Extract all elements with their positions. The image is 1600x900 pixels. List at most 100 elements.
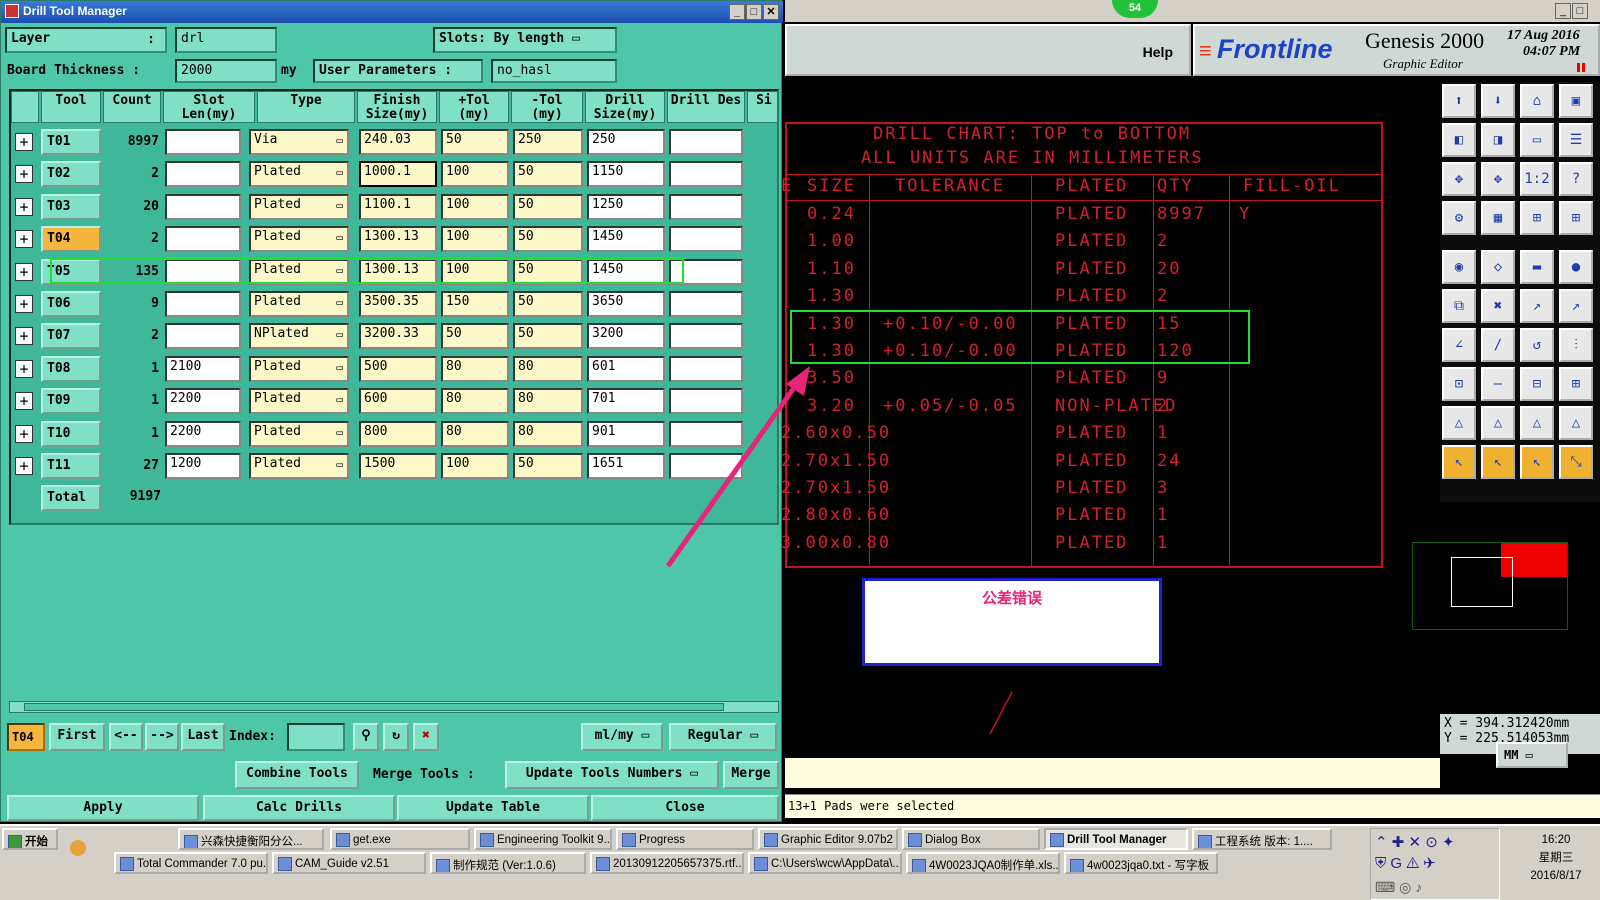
minus-tol-input[interactable]: 50 xyxy=(513,453,583,479)
minus-tol-input[interactable]: 50 xyxy=(513,291,583,317)
toolbar-tool-icon[interactable]: ◨ xyxy=(1481,123,1515,157)
minimize-icon[interactable]: _ xyxy=(729,4,745,20)
toolbar-tool-icon[interactable]: — xyxy=(1481,367,1515,401)
minus-tol-input[interactable]: 50 xyxy=(513,161,583,188)
tool-id-cell[interactable]: T03 xyxy=(41,193,101,220)
minus-tol-input[interactable]: 80 xyxy=(513,420,583,447)
tool-id-cell[interactable]: T02 xyxy=(41,161,101,188)
toolbar-tool-icon[interactable]: ↖ xyxy=(1481,445,1515,479)
tool-id-cell[interactable]: T08 xyxy=(41,355,101,382)
graphic-editor-titlebar[interactable]: _ □ xyxy=(785,0,1600,22)
toolbar-tool-icon[interactable]: ⊡ xyxy=(1442,367,1476,401)
taskbar-item[interactable]: 4W0023JQA0制作单.xls... xyxy=(906,852,1060,874)
column-header[interactable]: Slot Len(my) xyxy=(163,91,255,123)
type-dropdown[interactable]: Plated ▭ xyxy=(249,388,349,415)
expand-icon[interactable]: + xyxy=(15,392,33,411)
finish-size-input[interactable]: 3200.33 xyxy=(359,323,437,350)
drill-size-input[interactable]: 3650 xyxy=(587,291,665,317)
type-dropdown[interactable]: Via ▭ xyxy=(249,129,349,155)
toolbar-tool-icon[interactable]: ⊟ xyxy=(1520,367,1554,401)
combine-tools-button[interactable]: Combine Tools xyxy=(235,761,359,789)
minus-tol-input[interactable]: 250 xyxy=(513,129,583,155)
column-header[interactable]: +Tol (my) xyxy=(439,91,509,123)
toolbar-tool-icon[interactable]: ↖ xyxy=(1442,445,1476,479)
tool-id-cell[interactable]: T11 xyxy=(41,453,101,479)
mode-selector[interactable]: Regular ▭ xyxy=(669,723,777,751)
slot-length-input[interactable] xyxy=(165,226,241,253)
taskbar-item[interactable]: Dialog Box xyxy=(902,828,1040,850)
start-button[interactable]: 开始 xyxy=(2,828,58,850)
slot-length-input[interactable] xyxy=(165,161,241,188)
taskbar-item[interactable]: Engineering Toolkit 9.... xyxy=(474,828,612,850)
minus-tol-input[interactable]: 50 xyxy=(513,193,583,220)
close-button[interactable]: Close xyxy=(591,795,779,821)
plus-tol-input[interactable]: 80 xyxy=(441,388,509,415)
help-button[interactable]: Help xyxy=(1143,44,1173,60)
toolbar-tool-icon[interactable]: ● xyxy=(1559,250,1593,284)
pause-icon[interactable] xyxy=(1577,63,1585,72)
column-header[interactable]: Count xyxy=(103,91,161,123)
drill-size-input[interactable]: 701 xyxy=(587,388,665,415)
slots-selector[interactable]: Slots: By length ▭ xyxy=(433,27,617,53)
plus-tol-input[interactable]: 50 xyxy=(441,323,509,350)
drill-size-input[interactable]: 1651 xyxy=(587,453,665,479)
plus-tol-input[interactable]: 100 xyxy=(441,226,509,253)
tool-id-cell[interactable]: T01 xyxy=(41,129,101,155)
drill-size-input[interactable]: 901 xyxy=(587,420,665,447)
plus-tol-input[interactable]: 80 xyxy=(441,355,509,382)
toolbar-tool-icon[interactable]: ▦ xyxy=(1481,201,1515,235)
expand-icon[interactable]: + xyxy=(15,165,33,184)
expand-icon[interactable]: + xyxy=(15,262,33,281)
ge-maximize-icon[interactable]: □ xyxy=(1572,3,1588,19)
type-dropdown[interactable]: Plated ▭ xyxy=(249,453,349,479)
expand-icon[interactable]: + xyxy=(15,197,33,216)
taskbar-item[interactable]: 工程系统 版本: 1.... xyxy=(1192,828,1332,850)
type-dropdown[interactable]: Plated ▭ xyxy=(249,161,349,188)
column-header[interactable]: Type xyxy=(257,91,355,123)
toolbar-tool-icon[interactable]: ✥ xyxy=(1442,162,1476,196)
minimap[interactable] xyxy=(1412,542,1568,630)
drill-des-input[interactable] xyxy=(669,193,743,220)
update-tools-numbers-selector[interactable]: Update Tools Numbers ▭ xyxy=(505,761,719,789)
taskbar-item[interactable]: Drill Tool Manager xyxy=(1044,828,1188,850)
scrollbar-thumb[interactable] xyxy=(24,703,724,711)
tool-id-cell[interactable]: T09 xyxy=(41,388,101,415)
taskbar-item[interactable]: 制作规范 (Ver:1.0.6) xyxy=(430,852,586,874)
slot-length-input[interactable]: 2200 xyxy=(165,420,241,447)
taskbar-item[interactable]: 兴森快捷衡阳分公... xyxy=(178,828,324,850)
toolbar-tool-icon[interactable]: ↖ xyxy=(1520,445,1554,479)
tray-icons-3[interactable]: ⌨ ◎ ♪ xyxy=(1375,879,1422,896)
toolbar-tool-icon[interactable]: ↗ xyxy=(1520,289,1554,323)
toolbar-tool-icon[interactable]: ⬆ xyxy=(1442,84,1476,118)
type-dropdown[interactable]: Plated ▭ xyxy=(249,355,349,382)
toolbar-tool-icon[interactable]: ⤡ xyxy=(1559,445,1593,479)
column-header[interactable]: Drill Size(my) xyxy=(585,91,665,123)
finish-size-input[interactable]: 600 xyxy=(359,388,437,415)
user-params-input[interactable]: no_hasl xyxy=(491,59,617,83)
taskbar-item[interactable]: C:\Users\wcw\AppData\... xyxy=(748,852,902,874)
horizontal-scrollbar[interactable] xyxy=(9,701,779,713)
minus-tol-input[interactable]: 80 xyxy=(513,355,583,382)
toolbar-tool-icon[interactable]: ⬇ xyxy=(1481,84,1515,118)
taskbar-item[interactable]: Graphic Editor 9.07b2 ... xyxy=(758,828,898,850)
maximize-icon[interactable]: □ xyxy=(746,4,762,20)
update-table-button[interactable]: Update Table xyxy=(397,795,589,821)
drill-size-input[interactable]: 601 xyxy=(587,355,665,382)
drill-size-input[interactable]: 1250 xyxy=(587,193,665,220)
type-dropdown[interactable]: Plated ▭ xyxy=(249,226,349,253)
taskbar-item[interactable]: Total Commander 7.0 pu... xyxy=(114,852,268,874)
finish-size-input[interactable]: 800 xyxy=(359,420,437,447)
slot-length-input[interactable] xyxy=(165,193,241,220)
taskbar-item[interactable]: 20130912205657375.rtf... xyxy=(590,852,744,874)
toolbar-tool-icon[interactable]: ◧ xyxy=(1442,123,1476,157)
plus-tol-input[interactable]: 100 xyxy=(441,161,509,188)
tool-id-cell[interactable]: T07 xyxy=(41,323,101,350)
toolbar-tool-icon[interactable]: ▣ xyxy=(1559,84,1593,118)
refresh-icon[interactable]: ↻ xyxy=(383,723,409,751)
toolbar-tool-icon[interactable]: ∠ xyxy=(1442,328,1476,362)
prev-button[interactable]: <-- xyxy=(109,723,143,751)
toolbar-tool-icon[interactable]: △ xyxy=(1559,406,1593,440)
expand-icon[interactable]: + xyxy=(15,133,33,151)
plus-tol-input[interactable]: 50 xyxy=(441,129,509,155)
type-dropdown[interactable]: Plated ▭ xyxy=(249,193,349,220)
